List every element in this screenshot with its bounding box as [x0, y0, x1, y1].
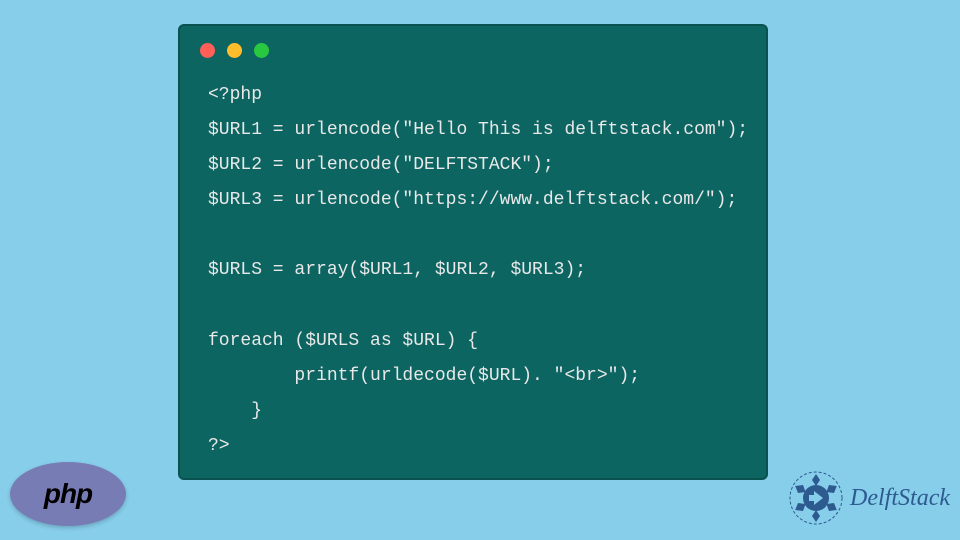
window-close-dot: [200, 43, 215, 58]
window-controls: [180, 26, 766, 58]
php-logo-text: php: [44, 478, 92, 510]
delftstack-icon: [788, 470, 844, 526]
window-minimize-dot: [227, 43, 242, 58]
code-content: <?php $URL1 = urlencode("Hello This is d…: [180, 58, 766, 484]
php-logo: php: [10, 462, 126, 526]
code-window: <?php $URL1 = urlencode("Hello This is d…: [178, 24, 768, 480]
php-logo-bg: php: [10, 462, 126, 526]
window-maximize-dot: [254, 43, 269, 58]
delftstack-logo: DelftStack: [788, 470, 950, 526]
delftstack-logo-text: DelftStack: [850, 485, 950, 512]
